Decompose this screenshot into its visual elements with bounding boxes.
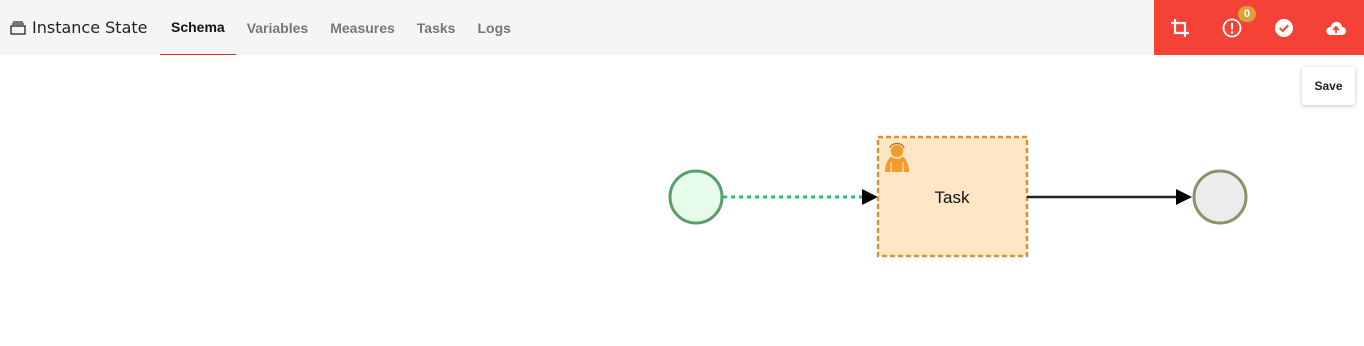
page-title-text: Instance State <box>32 18 148 37</box>
sequence-flow-end-arrowhead <box>1176 189 1192 205</box>
user-task[interactable]: Task <box>876 135 1029 258</box>
check-circle-icon <box>1275 18 1293 37</box>
tab-bar: Schema Variables Measures Tasks Logs <box>160 0 522 55</box>
crop-icon <box>1171 18 1189 37</box>
start-event[interactable] <box>668 169 724 225</box>
tab-variables[interactable]: Variables <box>236 0 320 55</box>
crop-button[interactable] <box>1154 0 1206 55</box>
alerts-count-badge: 0 <box>1238 6 1256 22</box>
sequence-flow-start-arrowhead <box>862 189 878 205</box>
top-bar: Instance State Schema Variables Measures… <box>0 0 1364 55</box>
tab-tasks[interactable]: Tasks <box>406 0 467 55</box>
process-diagram: Task <box>668 135 1248 258</box>
save-button[interactable] <box>1310 0 1362 55</box>
window-stack-icon <box>10 20 26 35</box>
end-event[interactable] <box>1192 169 1248 225</box>
page-title: Instance State <box>10 0 148 55</box>
cloud-upload-icon <box>1326 21 1346 35</box>
alerts-button[interactable]: 0 <box>1206 0 1258 55</box>
tab-measures[interactable]: Measures <box>319 0 406 55</box>
alert-circle-icon <box>1222 18 1242 37</box>
tab-schema[interactable]: Schema <box>160 0 236 55</box>
validate-button[interactable] <box>1258 0 1310 55</box>
tab-logs[interactable]: Logs <box>466 0 521 55</box>
task-label: Task <box>935 188 970 207</box>
action-toolbar: 0 <box>1154 0 1364 55</box>
